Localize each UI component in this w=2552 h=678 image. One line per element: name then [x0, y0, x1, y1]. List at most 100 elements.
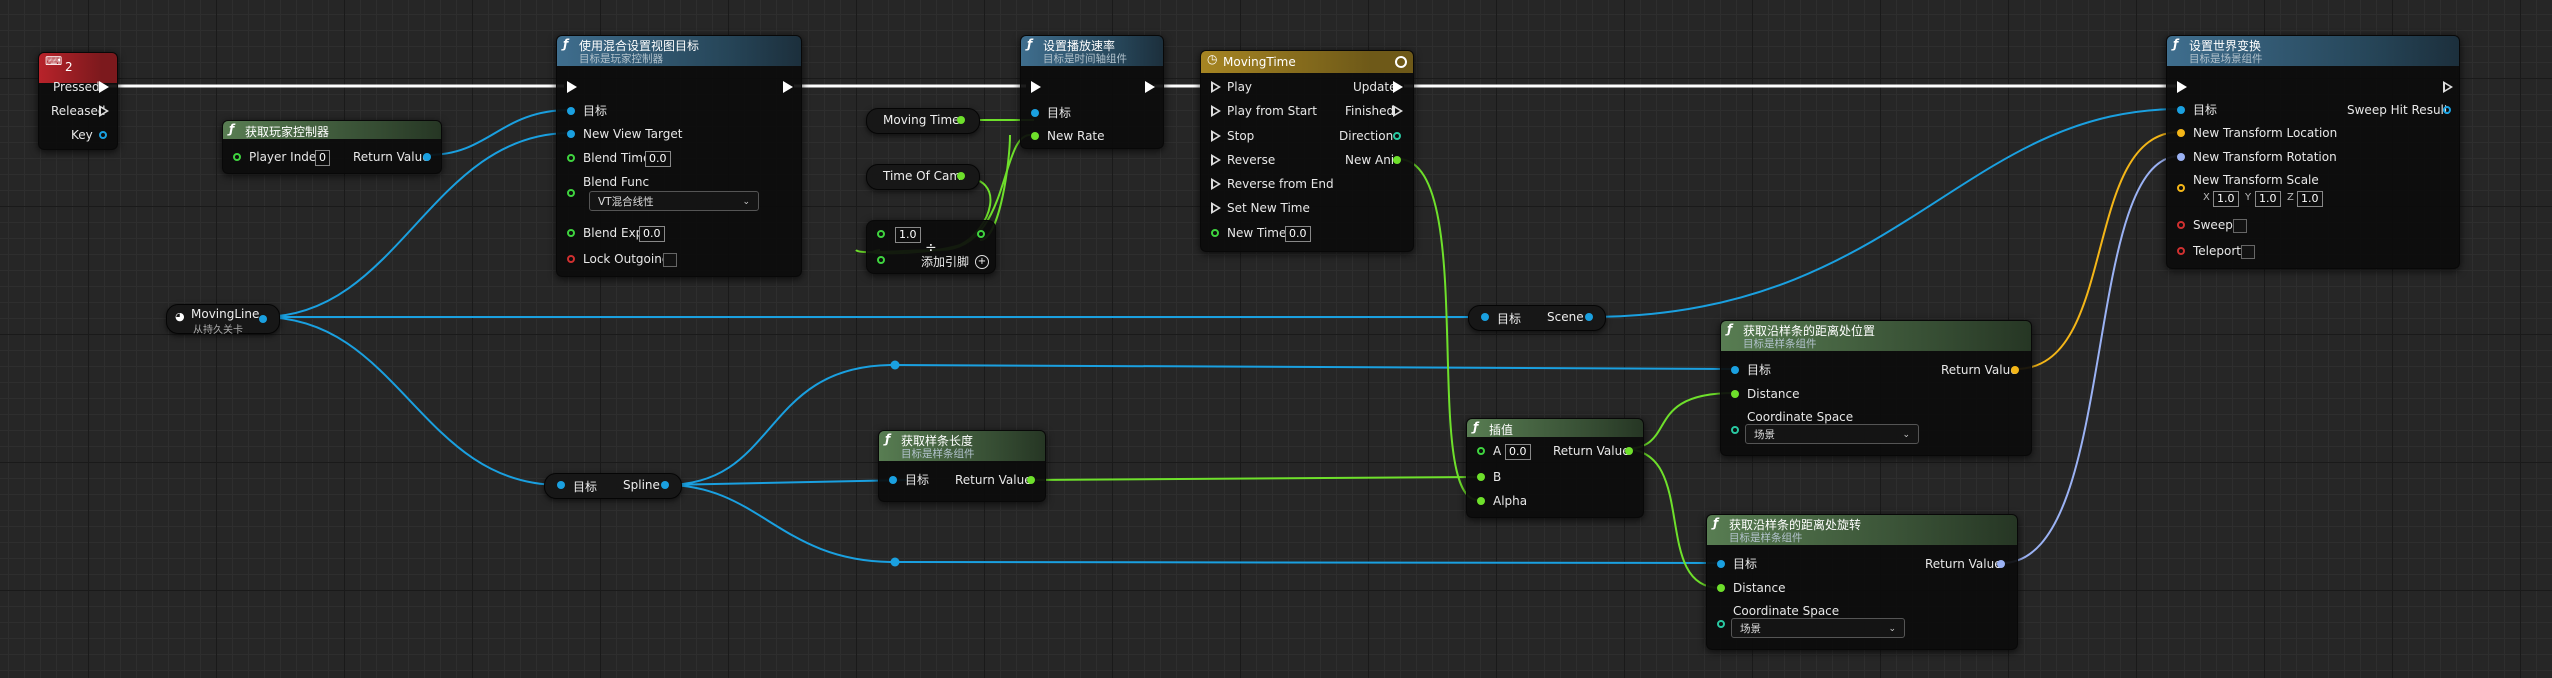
reverse-from-end-exec-pin[interactable] [1211, 178, 1221, 190]
direction-pin[interactable] [1393, 132, 1401, 140]
divide-node[interactable]: 1.0 ÷ 添加引脚 + [866, 220, 996, 274]
blend-time-field[interactable]: 0.0 [645, 151, 671, 167]
divide-output-pin[interactable] [977, 230, 985, 238]
update-exec-pin[interactable] [1393, 81, 1403, 93]
player-index-field[interactable]: 0 [315, 150, 330, 166]
moving-time-timeline-node[interactable]: ◷ MovingTime Play Play from Start Stop R… [1200, 50, 1414, 252]
target-pin[interactable] [2177, 106, 2185, 114]
add-pin-icon[interactable]: + [975, 255, 989, 269]
target-pin[interactable] [1481, 313, 1489, 321]
new-time-field[interactable]: 0.0 [1285, 226, 1311, 242]
distance-pin[interactable] [1717, 584, 1725, 592]
teleport-checkbox[interactable] [2241, 245, 2255, 259]
spline-getter-node[interactable]: 目标 Spline [544, 473, 682, 499]
divide-input-a-field[interactable]: 1.0 [895, 227, 921, 243]
scene-getter-node[interactable]: 目标 Scene [1468, 305, 1606, 331]
spline-output-pin[interactable] [661, 481, 669, 489]
coord-space-pin[interactable] [1731, 426, 1739, 434]
blend-func-pin[interactable] [567, 189, 575, 197]
set-new-time-exec-pin[interactable] [1211, 202, 1221, 214]
return-value-label: Return Value [1553, 444, 1630, 458]
pressed-exec-pin[interactable] [99, 81, 109, 93]
exec-input-pin[interactable] [2177, 81, 2187, 93]
new-rotation-pin[interactable] [2177, 153, 2185, 161]
new-time-pin[interactable] [1211, 229, 1219, 237]
target-pin[interactable] [1717, 560, 1725, 568]
return-value-pin[interactable] [2011, 366, 2019, 374]
blend-exp-field[interactable]: 0.0 [639, 226, 665, 242]
divide-input-a-pin[interactable] [877, 230, 885, 238]
target-pin[interactable] [567, 107, 575, 115]
coord-space-dropdown[interactable]: 场景 ⌄ [1745, 424, 1919, 444]
moving-time-output-pin[interactable] [957, 116, 965, 124]
new-view-target-pin[interactable] [567, 130, 575, 138]
new-ani-pin[interactable] [1393, 156, 1401, 164]
key-2-event-node[interactable]: ⌨ 2 Pressed Released Key [38, 52, 118, 150]
get-spline-length-node[interactable]: ƒ 获取样条长度 目标是样条组件 目标 Return Value [878, 430, 1046, 502]
player-index-pin[interactable] [233, 153, 241, 161]
stop-exec-pin[interactable] [1211, 130, 1221, 142]
moving-line-output-pin[interactable] [259, 315, 267, 323]
coord-space-dropdown[interactable]: 场景 ⌄ [1731, 618, 1905, 638]
alpha-pin[interactable] [1477, 497, 1485, 505]
add-pin-label: 添加引脚 [921, 255, 970, 269]
scene-output-pin[interactable] [1585, 313, 1593, 321]
play-exec-pin[interactable] [1211, 81, 1221, 93]
sweep-pin[interactable] [2177, 221, 2185, 229]
return-value-pin[interactable] [1997, 560, 2005, 568]
play-from-start-exec-pin[interactable] [1211, 105, 1221, 117]
a-pin[interactable] [1477, 447, 1485, 455]
target-pin[interactable] [557, 481, 565, 489]
return-value-pin[interactable] [1027, 476, 1035, 484]
moving-line-variable-node[interactable]: ◕ MovingLine 从持久关卡 [166, 304, 280, 336]
lock-outgoing-pin[interactable] [567, 255, 575, 263]
exec-input-pin[interactable] [1031, 81, 1041, 93]
finished-exec-pin[interactable] [1393, 105, 1403, 117]
exec-output-pin[interactable] [2443, 81, 2453, 93]
divide-input-b-pin[interactable] [877, 256, 885, 264]
scale-x-field[interactable]: 1.0 [2213, 191, 2239, 207]
b-pin[interactable] [1477, 473, 1485, 481]
new-rate-pin[interactable] [1031, 132, 1039, 140]
exec-input-pin[interactable] [567, 81, 577, 93]
get-location-at-distance-node[interactable]: ƒ 获取沿样条的距离处位置 目标是样条组件 目标 Return Value Di… [1720, 320, 2032, 456]
sweep-label: Sweep [2193, 218, 2233, 232]
target-pin[interactable] [1031, 109, 1039, 117]
key-output-pin[interactable] [99, 131, 107, 139]
lerp-node[interactable]: ƒ 插值 A 0.0 Return Value B Alpha [1466, 418, 1644, 518]
distance-pin[interactable] [1731, 390, 1739, 398]
blend-exp-pin[interactable] [567, 229, 575, 237]
function-icon: ƒ [1027, 37, 1033, 51]
blueprint-graph-canvas[interactable]: ⌨ 2 Pressed Released Key ƒ 获取玩家控制器 Playe… [0, 0, 2552, 678]
get-player-controller-node[interactable]: ƒ 获取玩家控制器 Player Index 0 Return Value [222, 120, 442, 174]
teleport-pin[interactable] [2177, 247, 2185, 255]
time-of-cam-output-pin[interactable] [957, 172, 965, 180]
return-value-pin[interactable] [1625, 447, 1633, 455]
time-of-cam-variable-node[interactable]: Time Of Cam [866, 164, 980, 190]
exec-output-pin[interactable] [783, 81, 793, 93]
set-world-transform-node[interactable]: ƒ 设置世界变换 目标是场景组件 目标 Sweep Hit Result New… [2166, 35, 2460, 269]
lock-outgoing-label: Lock Outgoing [583, 252, 670, 266]
released-exec-pin[interactable] [99, 105, 109, 117]
blend-func-dropdown[interactable]: VT混合线性 ⌄ [589, 191, 759, 211]
lock-outgoing-checkbox[interactable] [663, 253, 677, 267]
coord-space-pin[interactable] [1717, 620, 1725, 628]
new-scale-pin[interactable] [2177, 184, 2185, 192]
reverse-exec-pin[interactable] [1211, 154, 1221, 166]
target-pin[interactable] [889, 476, 897, 484]
sweep-checkbox[interactable] [2233, 219, 2247, 233]
sweep-hit-result-pin[interactable] [2443, 106, 2451, 114]
target-pin[interactable] [1731, 366, 1739, 374]
return-value-pin[interactable] [423, 153, 431, 161]
blend-time-pin[interactable] [567, 154, 575, 162]
get-rotation-at-distance-node[interactable]: ƒ 获取沿样条的距离处旋转 目标是样条组件 目标 Return Value Di… [1706, 514, 2018, 650]
set-play-rate-node[interactable]: ƒ 设置播放速率 目标是时间轴组件 目标 New Rate [1020, 35, 1164, 149]
a-field[interactable]: 0.0 [1505, 444, 1531, 460]
moving-time-variable-node[interactable]: Moving Time [866, 108, 980, 134]
scale-y-field[interactable]: 1.0 [2255, 191, 2281, 207]
exec-output-pin[interactable] [1145, 81, 1155, 93]
set-view-target-with-blend-node[interactable]: ƒ 使用混合设置视图目标 目标是玩家控制器 目标 New View Target… [556, 35, 802, 277]
new-location-pin[interactable] [2177, 129, 2185, 137]
node-subtitle: 目标是样条组件 [901, 448, 975, 460]
scale-z-field[interactable]: 1.0 [2297, 191, 2323, 207]
